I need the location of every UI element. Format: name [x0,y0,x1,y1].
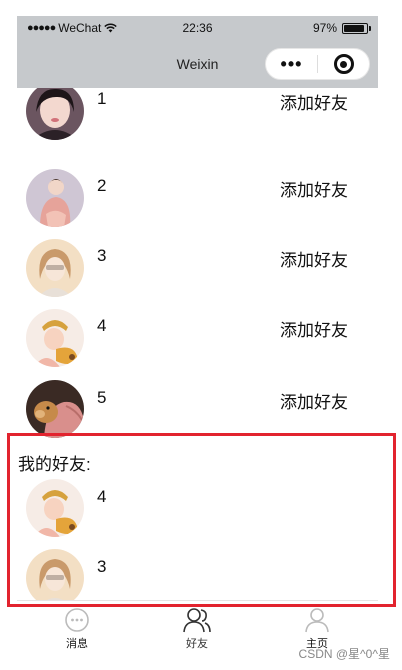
highlight-box [7,433,396,607]
tab-label: 消息 [66,638,88,650]
nav-bar: Weixin ••• [17,40,378,88]
list-item: 4 添加好友 [17,286,378,367]
status-bar: ●●●●● WeChat 22:36 97% [17,16,378,40]
capsule-menu: ••• [265,48,370,80]
list-item: 2 添加好友 [17,146,378,227]
list-item: 1 添加好友 [17,88,378,146]
friends-icon [183,608,211,633]
add-friend-button[interactable]: 添加好友 [280,176,348,201]
tab-messages[interactable]: 消息 [17,607,137,651]
close-mini-program-icon [333,54,354,74]
requester-name: 5 [97,388,107,407]
message-icon [65,608,89,632]
watermark: CSDN @星^0^星 [298,647,390,661]
requester-name: 3 [97,246,107,265]
add-friend-button[interactable]: 添加好友 [280,316,348,341]
list-item: 5 添加好友 [17,356,378,438]
requester-name: 1 [97,89,107,108]
add-friend-button[interactable]: 添加好友 [280,246,348,271]
requester-name: 2 [97,176,107,195]
battery-icon [342,22,371,34]
battery-percent: 97% [312,21,337,35]
add-friend-button[interactable]: 添加好友 [280,388,348,413]
avatar[interactable] [26,380,84,438]
avatar[interactable] [26,88,84,140]
close-button[interactable] [318,54,369,74]
add-friend-button[interactable]: 添加好友 [280,89,348,114]
tab-friends[interactable]: 好友 [137,607,257,651]
more-button[interactable]: ••• [266,50,317,78]
tab-label: 好友 [186,638,208,650]
user-icon [305,608,329,633]
requester-name: 4 [97,316,107,335]
list-item: 3 添加好友 [17,216,378,297]
